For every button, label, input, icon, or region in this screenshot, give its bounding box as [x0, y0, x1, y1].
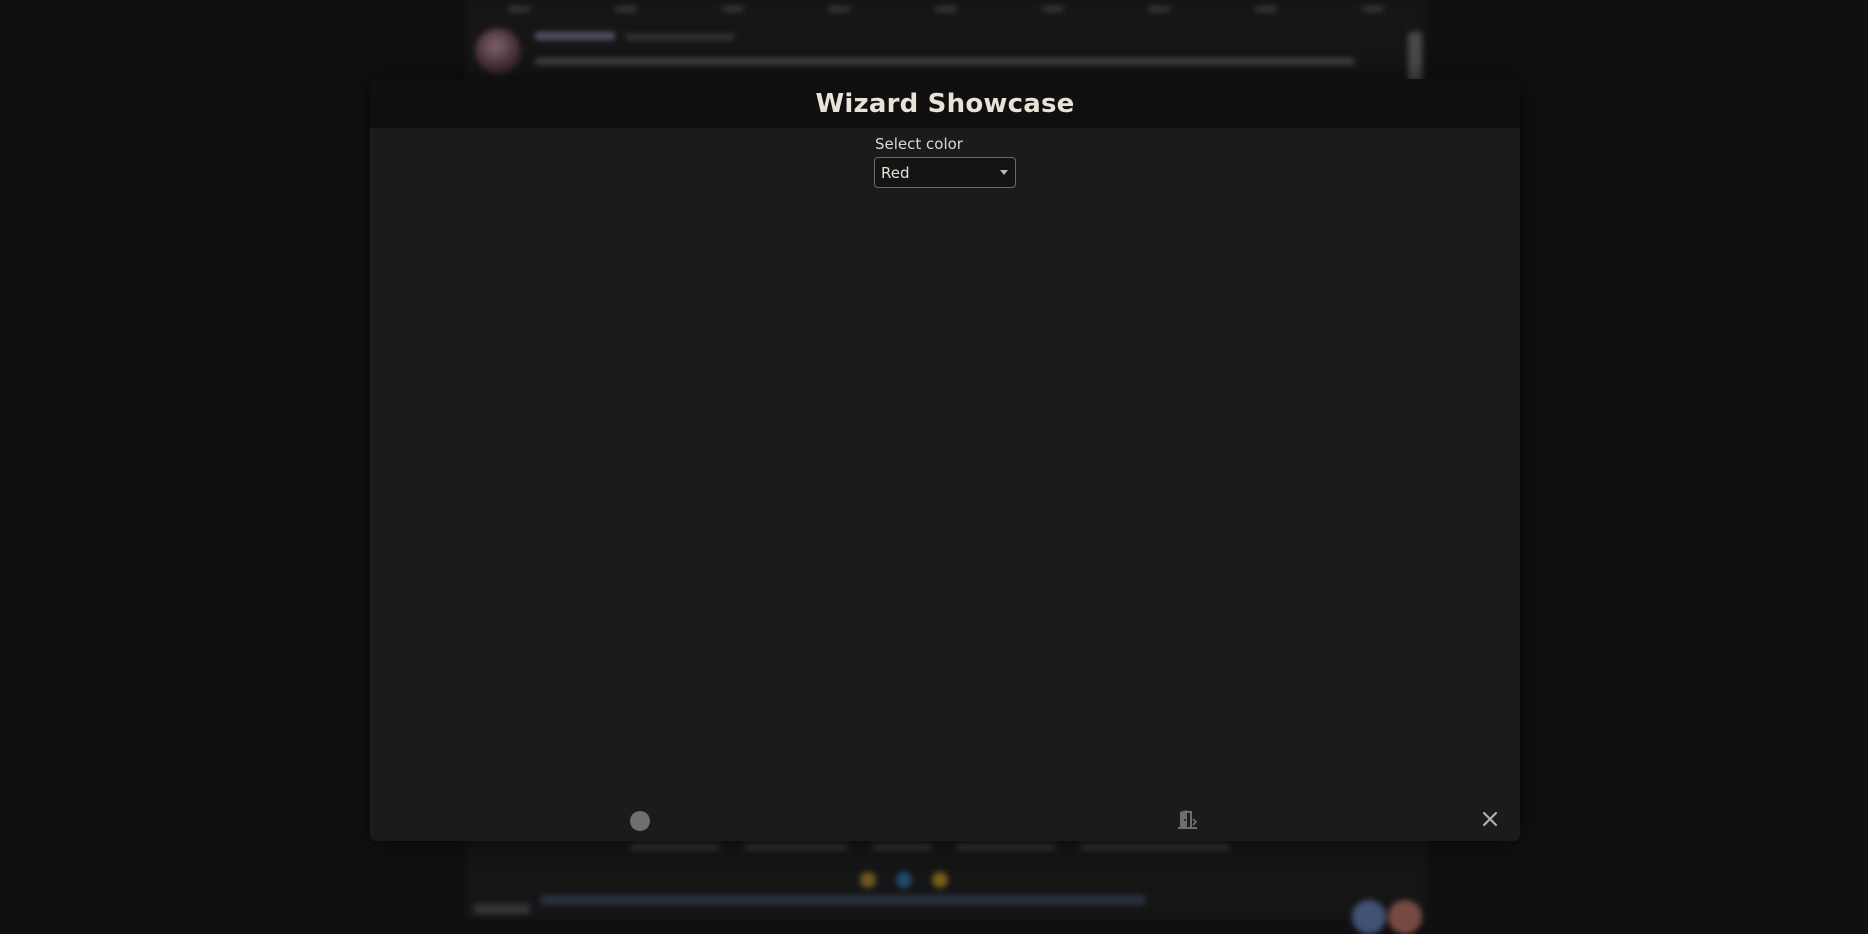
- background-emoji-row: [860, 872, 948, 888]
- avatar: [475, 28, 521, 74]
- exit-button[interactable]: [1174, 807, 1202, 835]
- close-icon: [1482, 811, 1498, 831]
- background-action-bar: [630, 840, 1230, 854]
- background-scrollbar: [1408, 32, 1422, 82]
- modal-header: Wizard Showcase: [370, 79, 1520, 128]
- wizard-modal: Wizard Showcase Select color Red: [370, 79, 1520, 841]
- circle-button[interactable]: [626, 807, 654, 835]
- background-message: [475, 24, 1415, 76]
- close-button[interactable]: [1476, 807, 1504, 835]
- background-toolbar: [466, 0, 1426, 18]
- color-select[interactable]: Red: [874, 157, 1016, 188]
- circle-icon: [630, 811, 650, 831]
- background-input-bar: [540, 895, 1146, 905]
- door-exit-icon: [1177, 809, 1199, 833]
- color-select-value: Red: [881, 163, 910, 182]
- modal-footer: [370, 801, 1520, 841]
- color-select-label: Select color: [875, 135, 963, 153]
- chevron-down-icon: [1000, 170, 1008, 175]
- modal-title: Wizard Showcase: [815, 88, 1075, 119]
- color-select-field: Select color Red: [874, 135, 1016, 188]
